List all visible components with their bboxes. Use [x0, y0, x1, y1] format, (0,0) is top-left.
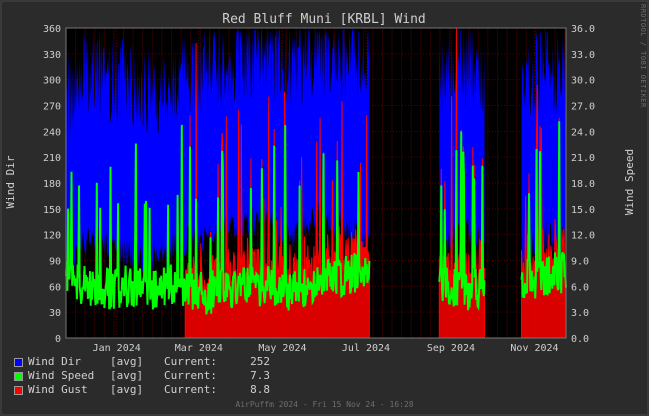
y-tick-label-right: 12.0: [571, 231, 595, 242]
legend-label: Wind Speed: [28, 369, 95, 382]
y-tick-label-right: 15.0: [571, 205, 595, 216]
legend-stat: [avg]: [110, 355, 144, 368]
y-tick-label-left: 210: [43, 153, 61, 164]
y-tick-label-left: 90: [49, 257, 61, 268]
legend-swatch: [14, 357, 23, 367]
side-credit: RRDTOOL / TOBI OETIKER: [639, 4, 647, 108]
legend-item: Wind Dir [avg] Current: 252: [14, 355, 270, 369]
y-tick-label-right: 9.0: [571, 257, 589, 268]
y-tick-label-left: 300: [43, 76, 61, 87]
legend-stat: [avg]: [110, 369, 144, 382]
y-tick-label-right: 21.0: [571, 153, 595, 164]
legend-label: Wind Dir: [28, 355, 81, 368]
y-tick-label-left: 270: [43, 102, 61, 113]
legend-swatch: [14, 371, 23, 381]
chart-title: Red Bluff Muni [KRBL] Wind: [222, 12, 426, 27]
legend-current-label: Current:: [164, 383, 217, 396]
y-tick-label-right: 18.0: [571, 179, 595, 190]
legend-current-label: Current:: [164, 369, 217, 382]
legend-label: Wind Gust: [28, 383, 88, 396]
legend-current-value: 252: [250, 355, 270, 368]
y-tick-label-right: 27.0: [571, 102, 595, 113]
x-tick-label: Jan 2024: [93, 343, 141, 354]
legend: Wind Dir [avg] Current: 252 Wind Speed [avg] C…: [14, 355, 270, 397]
legend-swatch: [14, 385, 23, 395]
y-axis-label-left: Wind Dir: [4, 155, 17, 208]
y-tick-label-left: 60: [49, 282, 61, 293]
y-tick-label-left: 0: [55, 334, 61, 345]
y-tick-label-right: 36.0: [571, 24, 595, 35]
y-axis-label-right: Wind Speed: [623, 149, 636, 215]
x-tick-label: Nov 2024: [510, 343, 558, 354]
x-tick-label: Jul 2024: [342, 343, 390, 354]
legend-current-value: 8.8: [250, 383, 270, 396]
y-tick-label-right: 0.0: [571, 334, 589, 345]
legend-stat: [avg]: [110, 383, 144, 396]
x-tick-label: Sep 2024: [427, 343, 475, 354]
y-tick-label-left: 150: [43, 205, 61, 216]
legend-item: Wind Gust [avg] Current: 8.8: [14, 383, 270, 397]
x-tick-label: May 2024: [258, 343, 306, 354]
y-tick-label-left: 120: [43, 231, 61, 242]
y-tick-label-left: 240: [43, 127, 61, 138]
legend-current-label: Current:: [164, 355, 217, 368]
y-tick-label-right: 30.0: [571, 76, 595, 87]
y-tick-label-right: 24.0: [571, 127, 595, 138]
y-tick-label-right: 33.0: [571, 50, 595, 61]
x-tick-label: Mar 2024: [175, 343, 223, 354]
footer-credit: AirPuffm 2024 - Fri 15 Nov 24 - 16:28: [235, 400, 414, 409]
y-tick-label-left: 360: [43, 24, 61, 35]
y-tick-label-right: 3.0: [571, 308, 589, 319]
wind-chart: Red Bluff Muni [KRBL] Wind Wind Dir Wind…: [0, 0, 649, 416]
y-tick-label-left: 330: [43, 50, 61, 61]
y-tick-label-left: 180: [43, 179, 61, 190]
legend-item: Wind Speed [avg] Current: 7.3: [14, 369, 270, 383]
legend-current-value: 7.3: [250, 369, 270, 382]
y-tick-label-right: 6.0: [571, 282, 589, 293]
y-tick-label-left: 30: [49, 308, 61, 319]
